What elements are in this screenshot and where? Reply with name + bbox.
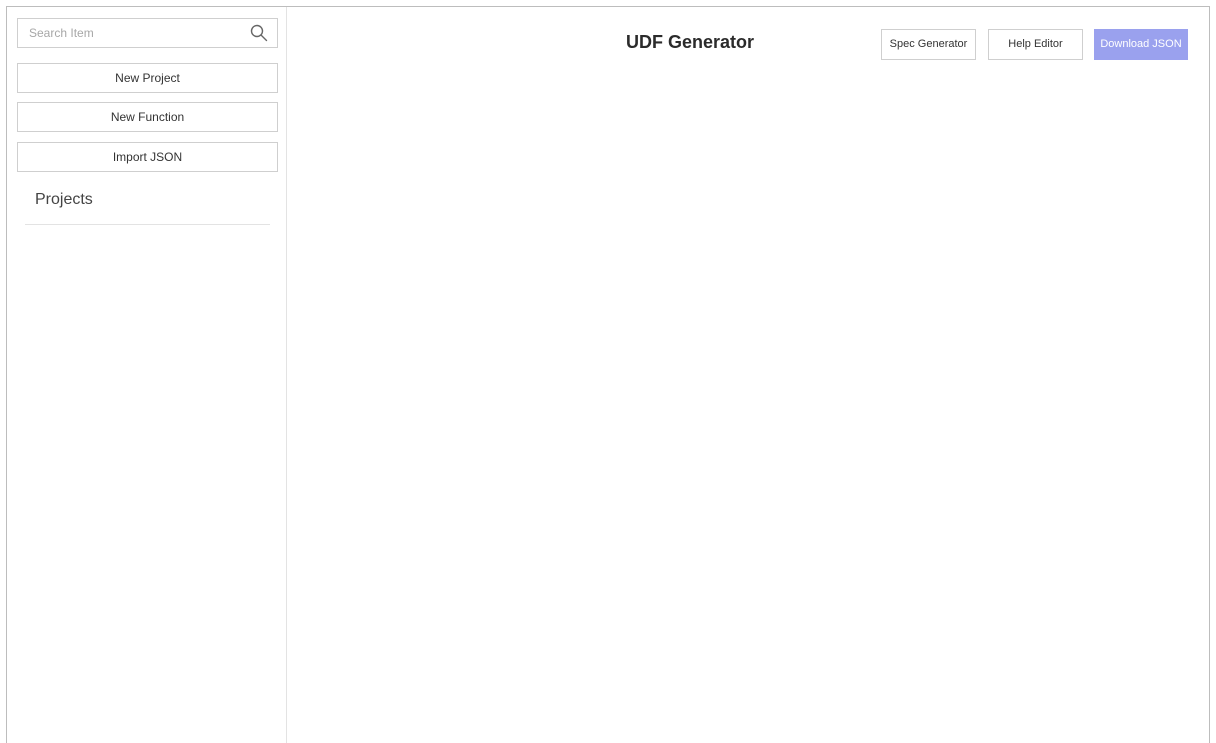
search-icon[interactable] [250, 24, 268, 42]
help-editor-button[interactable]: Help Editor [988, 29, 1083, 60]
download-json-button[interactable]: Download JSON [1094, 29, 1188, 60]
import-json-button[interactable]: Import JSON [17, 142, 278, 172]
new-project-button[interactable]: New Project [17, 63, 278, 93]
page-title: UDF Generator [626, 32, 755, 52]
projects-heading: Projects [35, 191, 93, 208]
search-input[interactable] [18, 19, 238, 47]
projects-divider [25, 224, 270, 225]
app-window: New Project New Function Import JSON Pro… [6, 6, 1210, 743]
sidebar: New Project New Function Import JSON Pro… [7, 7, 287, 743]
main-content: UDF Generator Spec Generator Help Editor… [287, 7, 1209, 743]
new-function-button[interactable]: New Function [17, 102, 278, 132]
spec-generator-button[interactable]: Spec Generator [881, 29, 976, 60]
search-box [17, 18, 278, 48]
